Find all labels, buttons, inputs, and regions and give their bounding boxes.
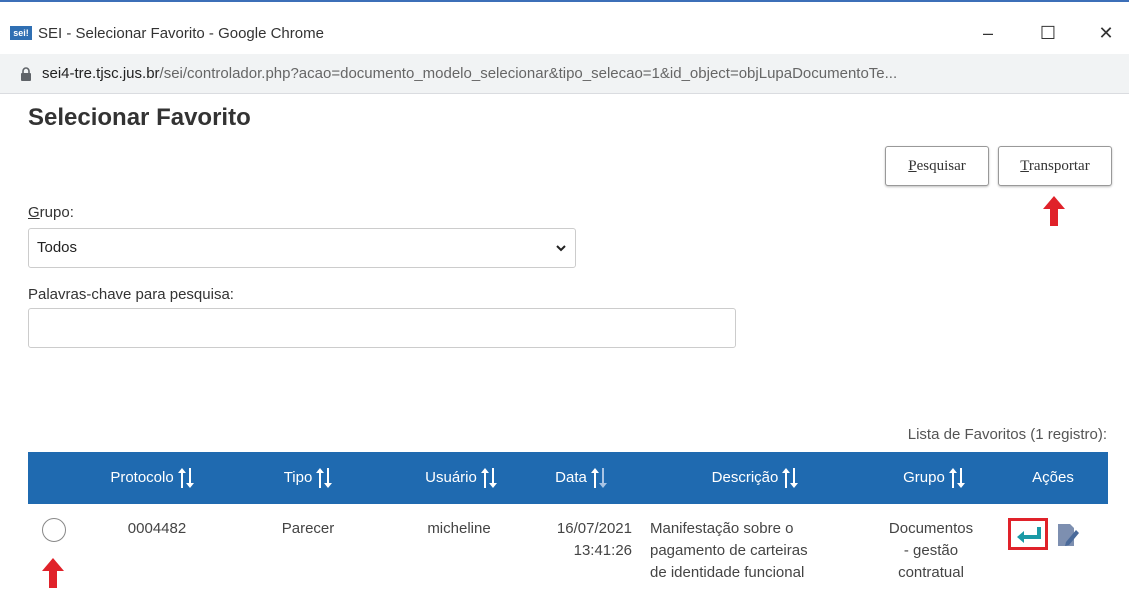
cell-protocolo: 0004482 (127, 520, 187, 537)
cell-grupo: Documentos - gestão contratual (876, 518, 986, 584)
transport-arrow-icon (1017, 527, 1041, 543)
transport-action-button[interactable] (1008, 518, 1048, 550)
url-host: sei4-tre.tjsc.jus.br (42, 65, 160, 82)
close-button[interactable]: ✕ (1086, 20, 1126, 46)
cell-grupo-line: Documentos (888, 520, 974, 537)
pesquisar-label: esquisar (916, 158, 966, 174)
cell-data-time: 13:41:26 (573, 542, 632, 559)
minimize-button[interactable]: – (968, 20, 1008, 46)
sort-icon[interactable] (316, 468, 333, 489)
grupo-label: Grupo: (28, 204, 74, 221)
favorites-table: Protocolo Tipo Usuário Data Descrição Gr… (28, 452, 1108, 595)
header-data[interactable]: Data (540, 452, 622, 504)
header-descricao-label: Descrição (711, 469, 779, 486)
header-acoes: Ações (1032, 469, 1074, 486)
edit-document-icon[interactable] (1056, 522, 1080, 548)
window-title: SEI - Selecionar Favorito - Google Chrom… (38, 25, 324, 42)
cell-grupo-line: - gestão (903, 542, 959, 559)
sei-app-icon: sei! (10, 26, 32, 40)
header-tipo[interactable]: Tipo (268, 452, 348, 504)
header-grupo-label: Grupo (903, 469, 945, 486)
keywords-input[interactable] (28, 308, 736, 348)
address-bar[interactable]: sei4-tre.tjsc.jus.br/sei/controlador.php… (0, 54, 1129, 94)
grupo-label-text: rupo: (39, 204, 74, 221)
cell-descricao-line: pagamento de carteiras (650, 542, 808, 559)
cell-descricao-line: Manifestação sobre o (650, 520, 794, 537)
header-grupo[interactable]: Grupo (888, 452, 980, 504)
header-protocolo[interactable]: Protocolo (92, 452, 212, 504)
header-data-label: Data (555, 469, 587, 486)
cell-descricao-line: de identidade funcional (650, 564, 805, 581)
sort-icon[interactable] (480, 468, 497, 489)
cell-tipo: Parecer (281, 520, 335, 537)
transportar-accesskey: T (1020, 158, 1029, 174)
header-usuario[interactable]: Usuário (406, 452, 516, 504)
row-select-radio[interactable] (42, 518, 66, 542)
keywords-label: Palavras-chave para pesquisa: (28, 286, 234, 303)
list-caption: Lista de Favoritos (1 registro): (907, 426, 1107, 443)
pesquisar-button[interactable]: Pesquisar (885, 146, 989, 186)
grupo-selected-value: Todos (37, 239, 78, 256)
page-title: Selecionar Favorito (28, 104, 251, 131)
transportar-label: ransportar (1028, 158, 1090, 174)
red-arrow-up-icon (42, 558, 64, 588)
grupo-select[interactable]: Todos (28, 228, 576, 268)
cell-usuario: micheline (427, 520, 491, 537)
table-header: Protocolo Tipo Usuário Data Descrição Gr… (28, 452, 1108, 504)
cell-data: 16/07/2021 13:41:26 (520, 518, 632, 562)
sort-icon[interactable] (948, 468, 965, 489)
header-protocolo-label: Protocolo (110, 469, 174, 486)
header-usuario-label: Usuário (425, 469, 477, 486)
cell-data-date: 16/07/2021 (556, 520, 632, 537)
chevron-down-icon (556, 245, 566, 252)
table-row: 0004482 Parecer micheline 16/07/2021 13:… (28, 504, 1108, 595)
pesquisar-accesskey: P (908, 158, 917, 174)
sort-icon[interactable] (177, 468, 194, 489)
cell-descricao: Manifestação sobre o pagamento de cartei… (650, 518, 860, 584)
transportar-button[interactable]: Transportar (998, 146, 1112, 186)
url-path: /sei/controlador.php?acao=documento_mode… (159, 65, 898, 82)
url-text[interactable]: sei4-tre.tjsc.jus.br/sei/controlador.php… (42, 65, 897, 82)
red-arrow-up-icon (1043, 196, 1065, 226)
cell-grupo-line: contratual (898, 564, 964, 581)
sort-icon[interactable] (782, 468, 799, 489)
sort-icon[interactable] (590, 468, 607, 489)
lock-icon (21, 67, 31, 81)
window-title-bar: sei! SEI - Selecionar Favorito - Google … (0, 0, 1129, 54)
grupo-accesskey: G (28, 204, 40, 221)
maximize-button[interactable]: ☐ (1028, 20, 1068, 46)
header-descricao[interactable]: Descrição (688, 452, 822, 504)
header-tipo-label: Tipo (283, 469, 313, 486)
